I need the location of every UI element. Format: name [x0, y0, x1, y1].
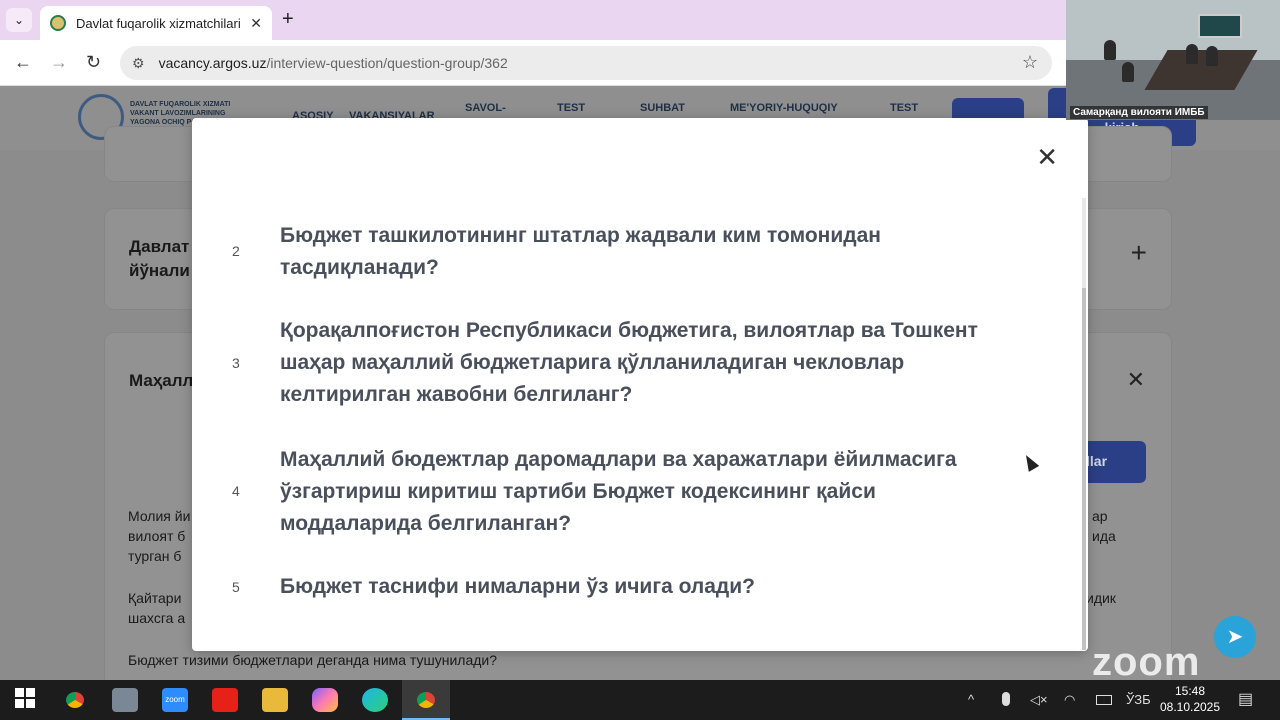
card-text-line: Қайтари [128, 590, 182, 606]
file-explorer-taskbar-icon[interactable] [262, 688, 288, 712]
participant-name: Самарқанд вилояти ИМББ [1070, 106, 1208, 119]
card-3-title: Маҳалл [129, 371, 194, 390]
url-host: vacancy.argos.uz [158, 55, 267, 71]
card-text-line: шахсга а [128, 610, 186, 626]
chevron-down-icon: ⌄ [13, 13, 25, 27]
question-number: 4 [232, 483, 240, 499]
notifications-icon[interactable]: ▤ [1238, 689, 1253, 709]
tab-title: Davlat fuqarolik xizmatchilari va [76, 15, 245, 31]
video-person [1104, 40, 1116, 60]
edge-taskbar-icon[interactable] [362, 688, 388, 712]
reload-button[interactable]: ↻ [86, 52, 101, 73]
windows-taskbar: zoom ^ ◁× ◠ ЎЗБ 15:48 08.10.2025 ▤ [0, 680, 1280, 720]
tab-list-button[interactable]: ⌄ [6, 8, 32, 32]
clock-time: 15:48 [1174, 684, 1206, 698]
video-person [1206, 46, 1218, 66]
card-text-line: ар [1092, 508, 1108, 524]
zoom-taskbar-icon[interactable]: zoom [162, 688, 188, 712]
forward-button[interactable]: → [50, 52, 68, 73]
battery-icon[interactable] [1096, 695, 1112, 705]
windows-start-icon[interactable] [12, 688, 38, 712]
copilot-taskbar-icon[interactable] [312, 688, 338, 712]
question-number: 3 [232, 355, 240, 371]
card-question-line: Бюджет тизими бюджетлари деганда нима ту… [128, 652, 498, 668]
back-button[interactable]: ← [14, 52, 32, 73]
nav-meyoriy-huquqiy[interactable]: ME'YORIY-HUQUQIY [730, 102, 838, 114]
site-info-icon[interactable]: ⚙ [132, 55, 145, 72]
question-text[interactable]: Қорақалпоғистон Республикаси бюджетига, … [280, 315, 1040, 411]
zoom-watermark: zoom [1092, 640, 1201, 684]
question-number: 2 [232, 243, 240, 259]
question-text[interactable]: Бюджет ташкилотининг штатлар жадвали ким… [280, 220, 1040, 284]
card-text-line: Молия йи [128, 508, 191, 524]
card-text-line: ида [1092, 528, 1116, 544]
tray-overflow-chevron-icon[interactable]: ^ [968, 692, 974, 707]
address-bar[interactable]: ⚙ vacancy.argos.uz/interview-question/qu… [120, 46, 1052, 80]
nav-test-2[interactable]: TEST [890, 102, 918, 114]
clock-date: 08.10.2025 [1159, 700, 1221, 714]
new-tab-button[interactable]: + [282, 8, 294, 31]
video-person [1186, 44, 1198, 64]
modal-close-button[interactable]: ✕ [1036, 144, 1058, 170]
nav-suhbat[interactable]: SUHBAT [640, 102, 685, 114]
camera-taskbar-icon[interactable] [112, 688, 138, 712]
card-text-line: идик [1086, 590, 1116, 606]
tab-close-icon[interactable]: ✕ [250, 15, 262, 32]
browser-tab-active[interactable]: Davlat fuqarolik xizmatchilari va ✕ [40, 6, 272, 40]
chrome-taskbar-icon[interactable] [62, 688, 88, 712]
url-path: /interview-question/question-group/362 [266, 55, 508, 71]
question-list-modal: ✕ 2 Бюджет ташкилотининг штатлар жадвали… [192, 118, 1088, 651]
question-text[interactable]: Бюджет таснифи нималарни ўз ичига олади? [280, 571, 1040, 603]
wifi-icon[interactable]: ◠ [1064, 692, 1075, 708]
input-language[interactable]: ЎЗБ [1126, 692, 1151, 707]
card-text-line: вилоят б [128, 528, 186, 544]
card-2-title: Давлат йўнали [129, 237, 190, 280]
video-screen [1198, 14, 1242, 38]
telegram-icon[interactable]: ➤ [1214, 616, 1256, 658]
expand-plus-icon[interactable]: + [1131, 237, 1147, 269]
volume-muted-icon[interactable]: ◁× [1030, 692, 1048, 708]
taskbar-clock[interactable]: 15:48 08.10.2025 [1158, 683, 1222, 715]
scrollbar-thumb[interactable] [1082, 288, 1086, 650]
youtube-taskbar-icon[interactable] [212, 688, 238, 712]
question-text[interactable]: Маҳаллий бюдежтлар даромадлари ва хаража… [280, 444, 1010, 540]
bookmark-star-icon[interactable]: ☆ [1022, 52, 1038, 73]
nav-test[interactable]: TEST [557, 102, 585, 114]
nav-savol[interactable]: SAVOL- [465, 102, 506, 114]
chrome-active-taskbar-icon[interactable] [413, 688, 439, 712]
participant-video-tile[interactable]: Самарқанд вилояти ИМББ [1066, 0, 1280, 120]
question-number: 5 [232, 579, 240, 595]
microphone-icon[interactable] [1002, 692, 1010, 706]
site-favicon-icon [50, 15, 66, 31]
video-person [1122, 62, 1134, 82]
modal-scrollbar[interactable] [1082, 198, 1086, 650]
collapse-close-icon[interactable]: ✕ [1127, 367, 1145, 393]
card-text-line: турган б [128, 548, 182, 564]
